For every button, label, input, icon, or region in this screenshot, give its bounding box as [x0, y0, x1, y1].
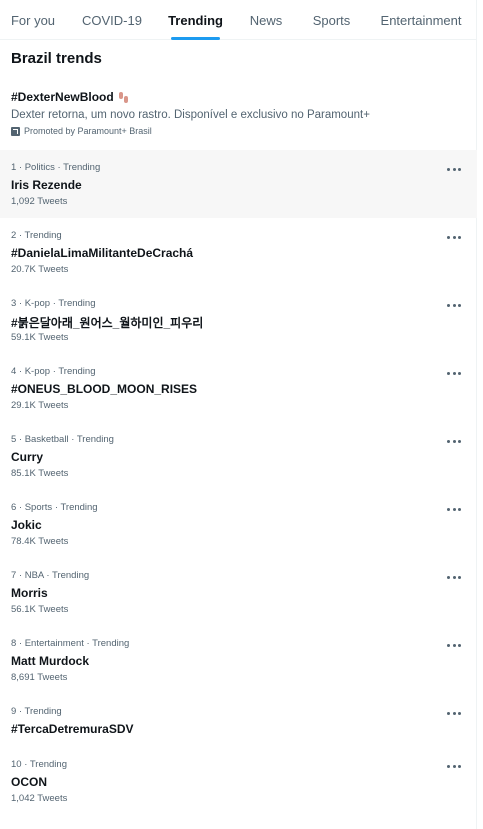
trend-item[interactable]: 1 · Politics · Trending Iris Rezende 1,0… — [0, 150, 477, 218]
trend-tweet-count: 59.1K Tweets — [11, 332, 69, 343]
more-horizontal-icon[interactable] — [447, 438, 461, 444]
trend-tweet-count: 20.7K Tweets — [11, 264, 69, 275]
trend-tweet-count: 1,042 Tweets — [11, 793, 68, 804]
tab-label: COVID-19 — [82, 12, 142, 28]
trend-name: Morris — [11, 586, 48, 600]
trend-meta: 8 · Entertainment · Trending — [11, 638, 130, 649]
trend-name: #ONEUS_BLOOD_MOON_RISES — [11, 382, 198, 396]
trend-tweet-count: 78.4K Tweets — [11, 536, 69, 547]
trend-tweet-count: 8,691 Tweets — [11, 672, 68, 683]
trend-name: #DanielaLimaMilitanteDeCrachá — [11, 246, 194, 260]
more-horizontal-icon[interactable] — [447, 234, 461, 240]
trend-meta: 2 · Trending — [11, 230, 62, 241]
promoted-arrow-icon — [11, 126, 20, 136]
trend-name: Matt Murdock — [11, 654, 89, 668]
tab-label: For you — [10, 12, 56, 28]
trend-meta: 3 · K-pop · Trending — [11, 298, 96, 309]
promoted-trend-title: #DexterNewBlood — [11, 90, 128, 104]
trend-item[interactable]: 7 · NBA · Trending Morris 56.1K Tweets — [0, 558, 477, 626]
tab-label: Entertainment — [380, 12, 462, 28]
more-horizontal-icon[interactable] — [447, 302, 461, 308]
tab-entertainment[interactable]: Entertainment — [376, 0, 466, 40]
explore-panel: For you COVID-19 Trending News Sports En… — [0, 0, 477, 829]
tab-label: News — [249, 12, 283, 28]
trend-name: Curry — [11, 450, 44, 464]
trend-name: #TercaDetremuraSDV — [11, 722, 134, 736]
tab-trending[interactable]: Trending — [168, 0, 223, 40]
active-tab-indicator — [171, 37, 220, 40]
trend-name: Iris Rezende — [11, 178, 82, 192]
tab-covid-19[interactable]: COVID-19 — [74, 0, 150, 40]
more-horizontal-icon[interactable] — [447, 642, 461, 648]
trend-item[interactable]: 5 · Basketball · Trending Curry 85.1K Tw… — [0, 422, 477, 490]
trend-meta: 7 · NBA · Trending — [11, 570, 90, 581]
trend-item[interactable]: 2 · Trending #DanielaLimaMilitanteDeCrac… — [0, 218, 477, 286]
more-horizontal-icon[interactable] — [447, 166, 461, 172]
trend-meta: 5 · Basketball · Trending — [11, 434, 114, 445]
trend-name: Jokic — [11, 518, 42, 532]
trend-item[interactable]: 6 · Sports · Trending Jokic 78.4K Tweets — [0, 490, 477, 558]
more-horizontal-icon[interactable] — [447, 763, 461, 769]
footprints-icon — [118, 91, 128, 104]
tab-label: Trending — [168, 12, 223, 28]
trend-meta: 10 · Trending — [11, 759, 67, 770]
more-horizontal-icon[interactable] — [447, 370, 461, 376]
trend-meta: 4 · K-pop · Trending — [11, 366, 96, 377]
trend-item[interactable]: 9 · Trending #TercaDetremuraSDV — [0, 694, 477, 748]
section-title: Brazil trends — [11, 50, 102, 67]
tab-sports[interactable]: Sports — [309, 0, 354, 40]
trend-meta: 6 · Sports · Trending — [11, 502, 98, 513]
promoted-trend[interactable]: #DexterNewBlood Dexter retorna, um novo … — [0, 82, 477, 148]
more-horizontal-icon[interactable] — [447, 710, 461, 716]
trend-tweet-count: 56.1K Tweets — [11, 604, 69, 615]
trend-name: #붉은달아래_원어스_월하미인_피우리 — [11, 316, 204, 330]
trend-tweet-count: 29.1K Tweets — [11, 400, 69, 411]
trend-meta: 9 · Trending — [11, 706, 62, 717]
more-horizontal-icon[interactable] — [447, 506, 461, 512]
tab-label: Sports — [312, 12, 351, 28]
promoted-description: Dexter retorna, um novo rastro. Disponív… — [11, 109, 370, 121]
promoted-by-label: Promoted by Paramount+ Brasil — [24, 126, 152, 136]
trend-item[interactable]: 4 · K-pop · Trending #ONEUS_BLOOD_MOON_R… — [0, 354, 477, 422]
trend-meta: 1 · Politics · Trending — [11, 162, 101, 173]
explore-tabs: For you COVID-19 Trending News Sports En… — [0, 0, 477, 40]
promoted-hashtag: #DexterNewBlood — [11, 90, 114, 104]
promoted-by-line: Promoted by Paramount+ Brasil — [11, 126, 152, 136]
tab-news[interactable]: News — [246, 0, 286, 40]
trend-item[interactable]: 3 · K-pop · Trending #붉은달아래_원어스_월하미인_피우리… — [0, 286, 477, 354]
tab-for-you[interactable]: For you — [0, 0, 66, 40]
trend-item[interactable]: 10 · Trending OCON 1,042 Tweets — [0, 748, 477, 818]
trend-name: OCON — [11, 775, 47, 789]
trend-item[interactable]: 8 · Entertainment · Trending Matt Murdoc… — [0, 626, 477, 694]
trend-tweet-count: 85.1K Tweets — [11, 468, 69, 479]
trend-tweet-count: 1,092 Tweets — [11, 196, 68, 207]
more-horizontal-icon[interactable] — [447, 574, 461, 580]
